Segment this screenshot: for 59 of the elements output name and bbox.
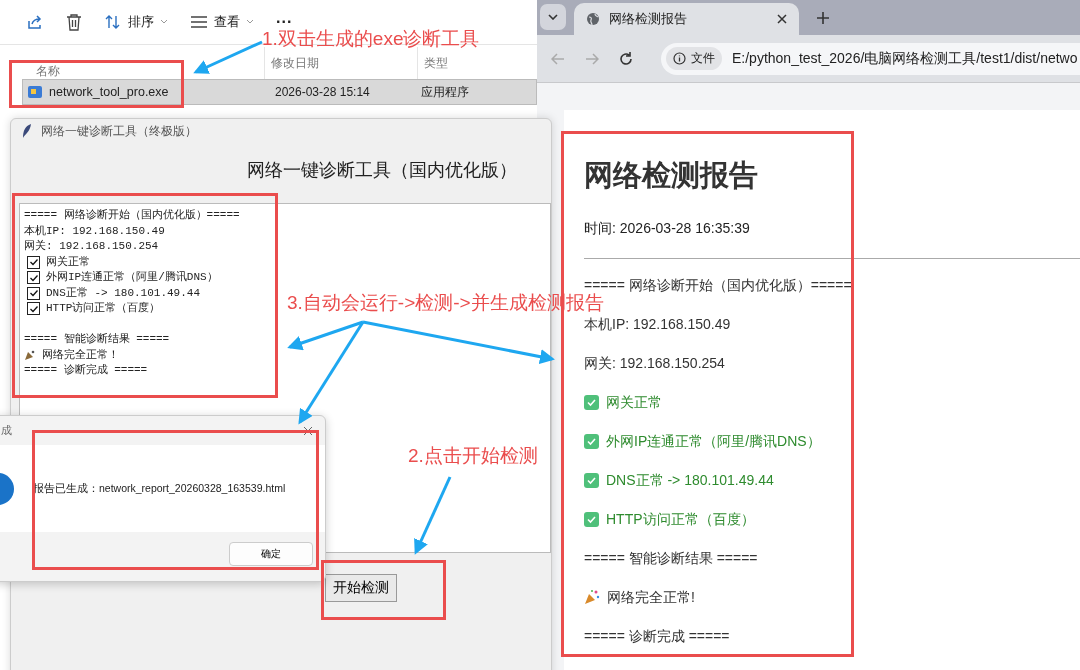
column-header[interactable]: 名称 [0,46,264,80]
report-line: ===== 智能诊断结果 ===== [584,550,758,568]
tab-search-button[interactable] [540,4,566,30]
sort-button[interactable]: 排序 [104,13,168,31]
report-time: 时间: 2026-03-28 16:35:39 [584,220,750,236]
start-button[interactable]: 开始检测 [325,574,397,602]
close-icon[interactable] [303,426,313,436]
sort-arrows-icon [104,14,122,30]
window-title: 网络一键诊断工具（终极版） [41,122,197,140]
file-name: network_tool_pro.exe [49,85,169,99]
file-row[interactable]: network_tool_pro.exe 2026-03-28 15:14 应用程序 [22,79,537,105]
report-heading: 网络检测报告 [584,158,759,193]
report-line: DNS正常 -> 180.101.49.44 [606,472,774,490]
log-line: ===== 网络诊断开始（国内优化版）===== [24,208,240,223]
log-line: 网关: 192.168.150.254 [24,239,159,254]
info-icon [673,52,686,65]
close-icon[interactable] [777,14,787,24]
report-line: 网关正常 [606,394,662,412]
browser-tab[interactable]: 网络检测报告 [574,3,799,35]
program-icon [27,84,43,100]
report-line: 网关: 192.168.150.254 [584,355,725,373]
party-popper-icon [24,349,36,362]
report-line: ===== 网络诊断开始（国内优化版）===== [584,277,852,293]
log-line: ===== 诊断完成 ===== [24,363,148,378]
report-line: 本机IP: 192.168.150.49 [584,316,731,334]
report-line: 外网IP连通正常（阿里/腾讯DNS） [606,433,821,451]
ok-button[interactable]: 确定 [229,542,313,566]
dialog-title: 成 [1,424,12,436]
chevron-down-icon [160,19,168,25]
log-line: 外网IP连通正常（阿里/腾讯DNS） [46,270,218,285]
annotation-text: 2.点击开始检测 [408,444,538,468]
view-button[interactable]: 查看 [190,13,254,31]
address-bar[interactable]: 文件 E:/python_test_2026/电脑网络检测工具/test1/dist/netwo [661,42,1080,75]
trash-icon[interactable] [66,13,82,31]
log-line: 网络完全正常！ [42,347,119,363]
feather-icon [21,123,33,139]
log-line: 网关正常 [46,254,90,270]
chevron-down-icon [548,14,558,20]
file-type: 应用程序 [421,83,470,101]
report-line: 网络完全正常! [607,589,695,607]
report-line: ===== 诊断完成 ===== [584,628,730,646]
log-line: ===== 智能诊断结果 ===== [24,332,170,347]
tool-heading: 网络一键诊断工具（国内优化版） [246,159,518,182]
site-info-chip[interactable]: 文件 [666,47,722,70]
reload-icon[interactable] [619,51,633,66]
chevron-down-icon [246,19,254,25]
more-button[interactable]: ... [276,9,293,27]
list-icon [190,15,208,29]
log-line: HTTP访问正常（百度） [46,301,161,316]
pointer-arrow [193,40,263,74]
log-line: 本机IP: 192.168.150.49 [24,223,165,239]
report-line: HTTP访问正常（百度） [606,511,755,529]
new-tab-icon[interactable] [817,12,829,24]
share-icon[interactable] [26,13,44,31]
party-popper-icon [584,589,600,605]
log-line: DNS正常 -> 180.101.49.44 [46,285,201,301]
file-date: 2026-03-28 15:14 [275,85,371,99]
url-text: E:/python_test_2026/电脑网络检测工具/test1/dist/netwo [732,49,1078,68]
globe-icon [586,12,600,26]
